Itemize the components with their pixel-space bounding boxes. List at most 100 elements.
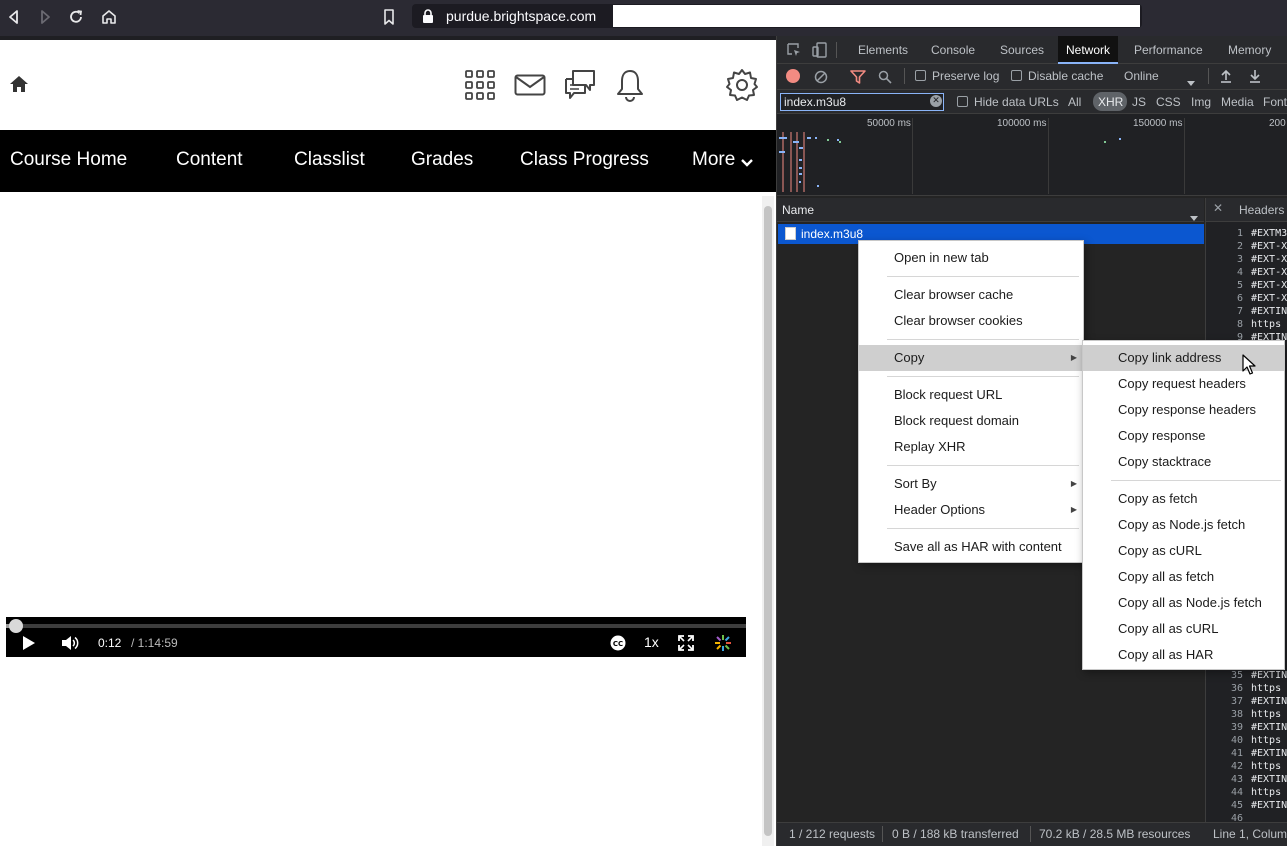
type-filter-js[interactable]: JS xyxy=(1132,94,1146,110)
menu-item-copy-stacktrace[interactable]: Copy stacktrace xyxy=(1083,449,1284,475)
url-text: purdue.brightspace.com xyxy=(446,8,597,24)
close-detail-icon[interactable]: ✕ xyxy=(1213,201,1223,215)
tab-performance[interactable]: Performance xyxy=(1126,36,1211,64)
name-column-header[interactable] xyxy=(777,198,1204,222)
page-header xyxy=(0,40,776,130)
menu-item-header-options-label: Header Options xyxy=(894,502,986,517)
search-icon[interactable] xyxy=(878,69,892,88)
import-har-icon[interactable] xyxy=(1219,68,1233,88)
tab-console[interactable]: Console xyxy=(923,36,983,64)
play-icon[interactable] xyxy=(20,635,38,655)
tab-sources[interactable]: Sources xyxy=(992,36,1052,64)
nav-class-progress[interactable]: Class Progress xyxy=(520,147,649,173)
type-filter-font[interactable]: Font xyxy=(1263,94,1287,110)
menu-item-block-domain[interactable]: Block request domain xyxy=(859,408,1083,434)
disable-cache-label: Disable cache xyxy=(1028,69,1104,83)
menu-item-copy-all-as-har[interactable]: Copy all as HAR xyxy=(1083,642,1284,668)
type-filter-media[interactable]: Media xyxy=(1221,94,1254,110)
nav-grades[interactable]: Grades xyxy=(411,147,473,173)
menu-item-copy-response[interactable]: Copy response xyxy=(1083,423,1284,449)
closed-captions-icon[interactable]: CC xyxy=(609,635,627,655)
house-icon[interactable] xyxy=(8,73,30,99)
line-text: #EXTIN xyxy=(1251,774,1287,785)
throttle-select[interactable]: Online xyxy=(1124,68,1159,84)
tab-memory[interactable]: Memory xyxy=(1220,36,1279,64)
menu-item-clear-cookies[interactable]: Clear browser cookies xyxy=(859,308,1083,334)
clear-filter-icon[interactable]: ✕ xyxy=(930,95,942,107)
overview-activity-marks xyxy=(779,132,841,192)
filter-icon[interactable] xyxy=(850,69,866,88)
hide-data-urls-checkbox[interactable] xyxy=(957,96,968,107)
menu-item-copy[interactable]: Copy ▶ xyxy=(859,345,1083,371)
line-text: #EXT-X xyxy=(1251,280,1287,291)
duration: / 1:14:59 xyxy=(131,636,178,650)
line-number: 40 xyxy=(1230,735,1243,746)
menu-separator xyxy=(887,376,1079,377)
inspect-element-icon[interactable] xyxy=(786,42,802,62)
mail-icon[interactable] xyxy=(514,74,546,100)
clear-icon[interactable] xyxy=(814,69,828,88)
preserve-log-checkbox[interactable] xyxy=(915,70,926,81)
type-filter-all[interactable]: All xyxy=(1068,94,1081,110)
forward-icon xyxy=(33,6,57,28)
menu-item-copy-all-as-nodejs-fetch[interactable]: Copy all as Node.js fetch xyxy=(1083,590,1284,616)
type-filter-xhr[interactable]: XHR xyxy=(1098,94,1123,110)
record-icon[interactable] xyxy=(786,69,800,83)
gear-icon[interactable] xyxy=(725,68,759,106)
line-number: 43 xyxy=(1230,774,1243,785)
tab-elements[interactable]: Elements xyxy=(850,36,916,64)
device-toolbar-icon[interactable] xyxy=(812,42,828,62)
menu-separator xyxy=(887,339,1079,340)
menu-item-block-url[interactable]: Block request URL xyxy=(859,382,1083,408)
code-line: 43 #EXTIN xyxy=(1207,773,1287,786)
type-filter-img[interactable]: Img xyxy=(1191,94,1211,110)
overview-tick-label: 200 xyxy=(1269,118,1286,129)
home-icon[interactable] xyxy=(97,6,121,28)
volume-icon[interactable] xyxy=(60,634,80,656)
menu-item-copy-as-nodejs-fetch[interactable]: Copy as Node.js fetch xyxy=(1083,512,1284,538)
menu-item-open-in-new-tab[interactable]: Open in new tab xyxy=(859,245,1083,271)
disable-cache-checkbox[interactable] xyxy=(1011,70,1022,81)
menu-item-copy-as-curl[interactable]: Copy as cURL xyxy=(1083,538,1284,564)
line-text: https xyxy=(1251,735,1282,746)
nav-course-home[interactable]: Course Home xyxy=(10,147,127,173)
chevron-down-icon xyxy=(740,154,754,173)
menu-item-sort-by[interactable]: Sort By ▶ xyxy=(859,471,1083,497)
nav-classlist[interactable]: Classlist xyxy=(294,147,365,173)
code-line: 36 https xyxy=(1207,682,1287,695)
menu-item-copy-as-fetch[interactable]: Copy as fetch xyxy=(1083,486,1284,512)
menu-item-copy-all-as-curl[interactable]: Copy all as cURL xyxy=(1083,616,1284,642)
nav-content[interactable]: Content xyxy=(176,147,243,173)
tab-headers[interactable]: Headers xyxy=(1239,202,1284,218)
bell-icon[interactable] xyxy=(615,68,645,106)
lock-icon xyxy=(421,8,435,28)
grid-icon[interactable] xyxy=(464,69,496,105)
code-line: 38 https xyxy=(1207,708,1287,721)
playback-speed[interactable]: 1x xyxy=(644,634,659,650)
menu-item-copy-response-headers[interactable]: Copy response headers xyxy=(1083,397,1284,423)
page-scrollbar-thumb[interactable] xyxy=(764,206,772,836)
status-divider xyxy=(1030,826,1031,842)
redacted-url-area xyxy=(613,5,1140,27)
menu-item-replay-xhr[interactable]: Replay XHR xyxy=(859,434,1083,460)
chat-icon[interactable] xyxy=(563,69,597,105)
reload-icon[interactable] xyxy=(64,6,88,28)
export-har-icon[interactable] xyxy=(1248,68,1262,88)
nav-more[interactable]: More xyxy=(692,147,735,173)
progress-track[interactable] xyxy=(6,624,746,628)
menu-item-header-options[interactable]: Header Options ▶ xyxy=(859,497,1083,523)
menu-item-save-har[interactable]: Save all as HAR with content xyxy=(859,534,1083,560)
code-line: 37 #EXTIN xyxy=(1207,695,1287,708)
bookmark-icon[interactable] xyxy=(377,6,401,28)
type-filter-css[interactable]: CSS xyxy=(1156,94,1181,110)
back-icon[interactable] xyxy=(2,6,26,28)
code-line: 40 https xyxy=(1207,734,1287,747)
progress-handle[interactable] xyxy=(9,619,23,633)
code-line: 39 #EXTIN xyxy=(1207,721,1287,734)
menu-item-clear-cache[interactable]: Clear browser cache xyxy=(859,282,1083,308)
line-number: 45 xyxy=(1230,800,1243,811)
fullscreen-icon[interactable] xyxy=(677,634,695,656)
menu-item-copy-all-as-fetch[interactable]: Copy all as fetch xyxy=(1083,564,1284,590)
filter-input-value: index.m3u8 xyxy=(784,95,847,109)
tab-network[interactable]: Network xyxy=(1058,36,1119,64)
